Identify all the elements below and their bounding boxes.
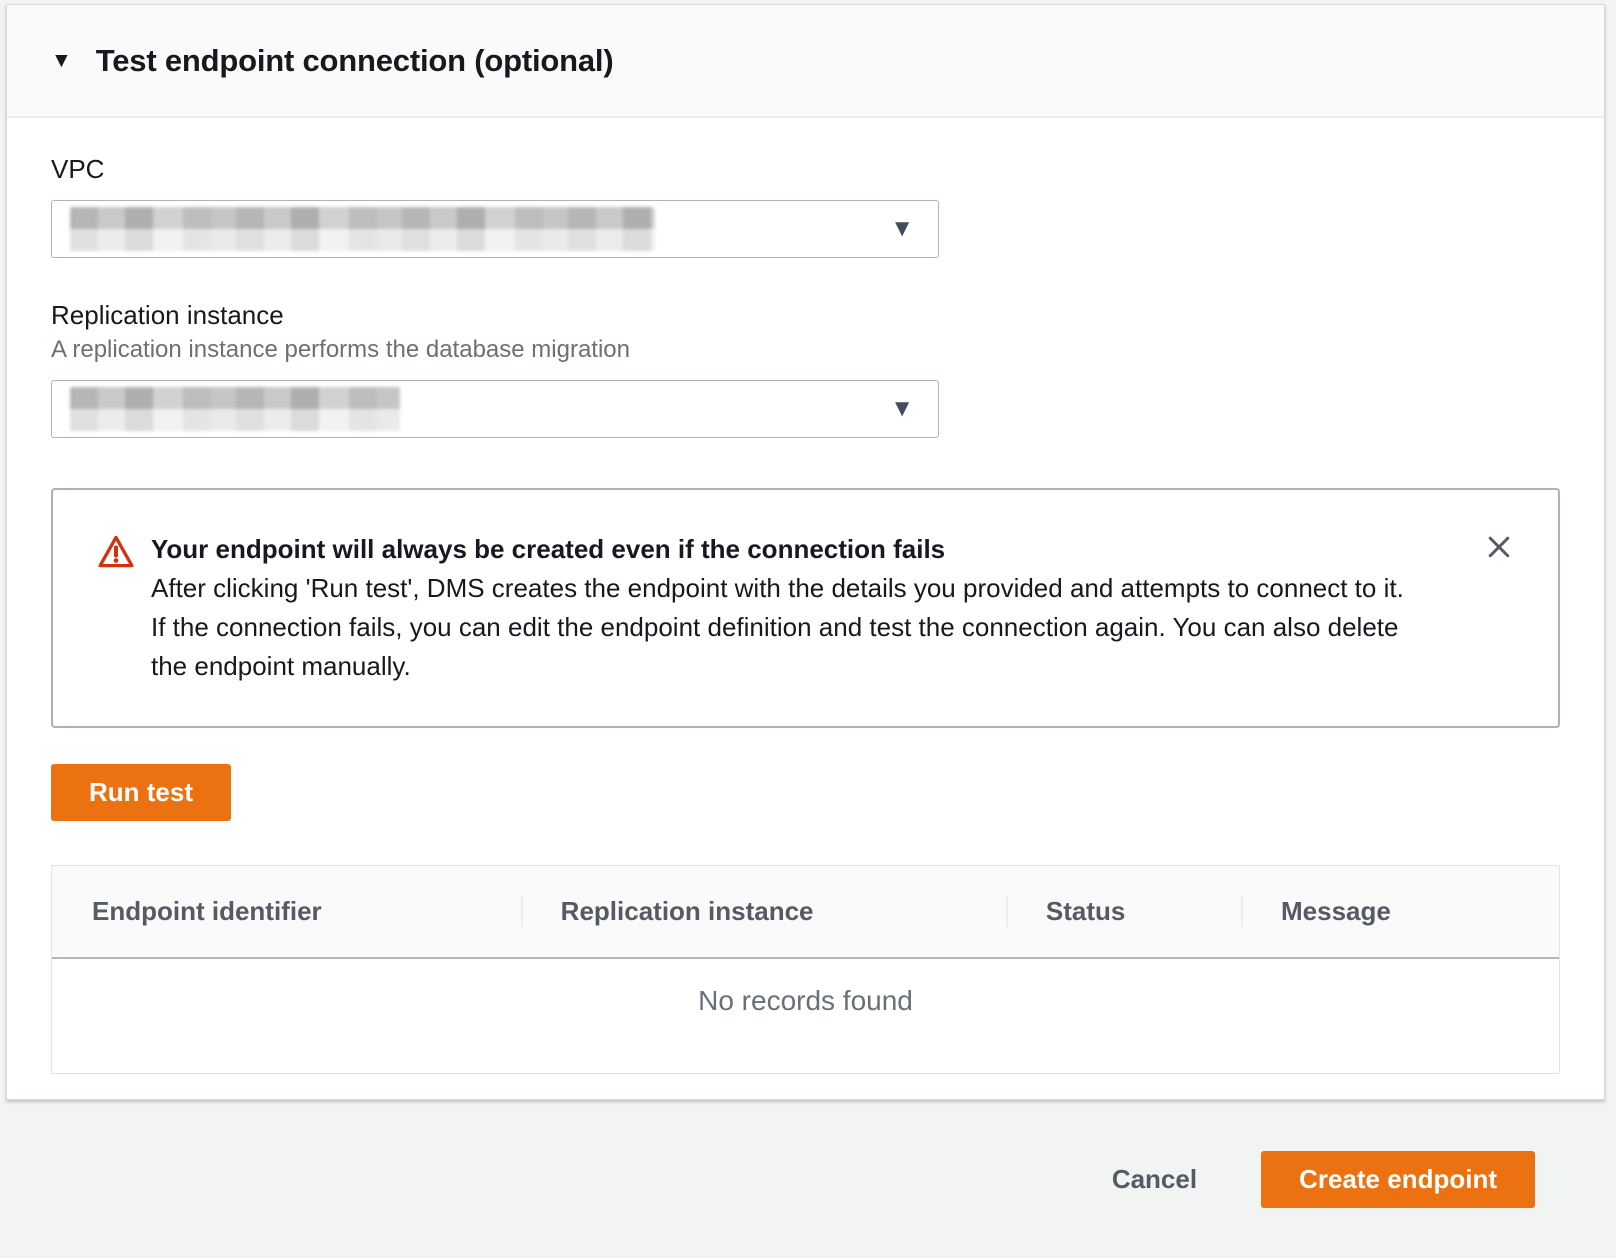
vpc-field: VPC ▼ bbox=[51, 152, 1560, 258]
caret-down-icon: ▼ bbox=[890, 397, 914, 421]
replication-instance-description: A replication instance performs the data… bbox=[51, 334, 1560, 366]
form-footer: Cancel Create endpoint bbox=[0, 1100, 1616, 1258]
replication-instance-select[interactable]: ▼ bbox=[51, 380, 939, 438]
create-endpoint-button[interactable]: Create endpoint bbox=[1261, 1151, 1535, 1208]
table-empty-message: No records found bbox=[52, 959, 1559, 1073]
section-header[interactable]: ▼ Test endpoint connection (optional) bbox=[7, 5, 1604, 118]
section-body: VPC ▼ Replication instance A replication… bbox=[7, 118, 1604, 1114]
connection-results-table: Endpoint identifier Replication instance… bbox=[51, 865, 1560, 1074]
run-test-button[interactable]: Run test bbox=[51, 764, 231, 821]
column-header-replication-instance: Replication instance bbox=[521, 896, 1006, 927]
vpc-label: VPC bbox=[51, 152, 1560, 186]
warning-text: Your endpoint will always be created eve… bbox=[151, 530, 1408, 686]
column-header-status: Status bbox=[1006, 896, 1241, 927]
vpc-redacted-value bbox=[70, 207, 655, 251]
replication-redacted-value bbox=[70, 387, 400, 431]
cancel-button[interactable]: Cancel bbox=[1112, 1164, 1197, 1195]
column-header-endpoint-identifier: Endpoint identifier bbox=[52, 896, 521, 927]
test-endpoint-section: ▼ Test endpoint connection (optional) VP… bbox=[6, 4, 1605, 1100]
page: ▼ Test endpoint connection (optional) VP… bbox=[0, 0, 1616, 1100]
column-header-message: Message bbox=[1241, 896, 1559, 927]
warning-alert: Your endpoint will always be created eve… bbox=[51, 488, 1560, 728]
caret-down-icon: ▼ bbox=[890, 217, 914, 241]
replication-instance-label: Replication instance bbox=[51, 298, 1560, 332]
warning-triangle-icon bbox=[97, 533, 135, 576]
collapse-icon[interactable]: ▼ bbox=[51, 50, 72, 71]
close-icon[interactable] bbox=[1484, 532, 1514, 562]
warning-title: Your endpoint will always be created eve… bbox=[151, 530, 1408, 569]
table-header-row: Endpoint identifier Replication instance… bbox=[52, 866, 1559, 959]
warning-body: After clicking 'Run test', DMS creates t… bbox=[151, 569, 1408, 686]
vpc-select[interactable]: ▼ bbox=[51, 200, 939, 258]
section-title: Test endpoint connection (optional) bbox=[96, 43, 614, 79]
replication-instance-field: Replication instance A replication insta… bbox=[51, 298, 1560, 438]
